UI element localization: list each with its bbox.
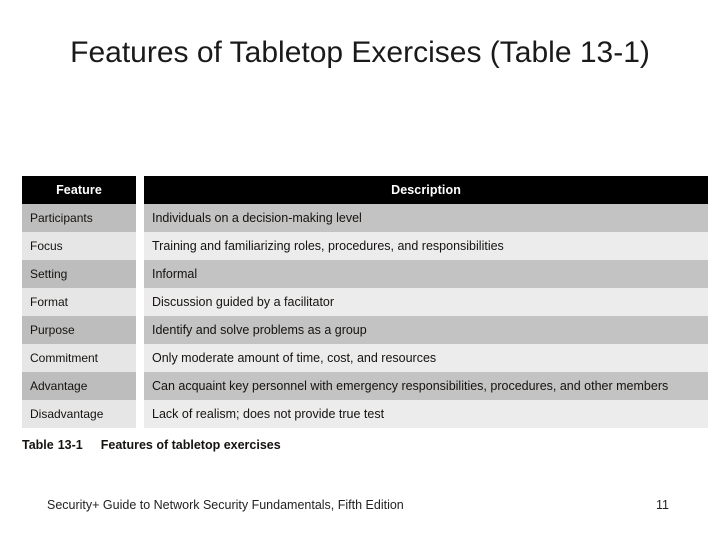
- cell-description: Lack of realism; does not provide true t…: [144, 400, 708, 428]
- cell-description: Only moderate amount of time, cost, and …: [144, 344, 708, 372]
- slide-canvas: Features of Tabletop Exercises (Table 13…: [0, 0, 720, 540]
- cell-description: Individuals on a decision-making level: [144, 204, 708, 232]
- cell-divider: [136, 288, 144, 316]
- cell-divider: [136, 372, 144, 400]
- slide-footer: Security+ Guide to Network Security Fund…: [0, 498, 720, 520]
- features-table-figure: Feature Description Participants Individ…: [22, 176, 708, 428]
- cell-description: Training and familiarizing roles, proced…: [144, 232, 708, 260]
- table-row: Advantage Can acquaint key personnel wit…: [22, 372, 708, 400]
- column-header-feature: Feature: [22, 176, 136, 204]
- column-divider: [136, 176, 144, 204]
- cell-feature: Commitment: [22, 344, 136, 372]
- column-header-description: Description: [144, 176, 708, 204]
- footer-page-number: 11: [656, 498, 669, 512]
- cell-feature: Focus: [22, 232, 136, 260]
- cell-divider: [136, 232, 144, 260]
- cell-divider: [136, 260, 144, 288]
- cell-divider: [136, 344, 144, 372]
- footer-source-text: Security+ Guide to Network Security Fund…: [47, 498, 404, 512]
- caption-text: Features of tabletop exercises: [100, 438, 281, 452]
- cell-feature: Advantage: [22, 372, 136, 400]
- table-caption: Table 13-1 Features of tabletop exercises: [22, 438, 281, 452]
- cell-feature: Participants: [22, 204, 136, 232]
- table-header-row: Feature Description: [22, 176, 708, 204]
- cell-feature: Format: [22, 288, 136, 316]
- table-row: Purpose Identify and solve problems as a…: [22, 316, 708, 344]
- cell-description: Identify and solve problems as a group: [144, 316, 708, 344]
- caption-label: Table: [22, 438, 54, 452]
- table-header: Feature Description: [22, 176, 708, 204]
- table-row: Disadvantage Lack of realism; does not p…: [22, 400, 708, 428]
- page-title: Features of Tabletop Exercises (Table 13…: [70, 36, 650, 69]
- table-row: Format Discussion guided by a facilitato…: [22, 288, 708, 316]
- cell-description: Can acquaint key personnel with emergenc…: [144, 372, 708, 400]
- table-body: Participants Individuals on a decision-m…: [22, 204, 708, 428]
- cell-divider: [136, 400, 144, 428]
- cell-divider: [136, 316, 144, 344]
- cell-description: Informal: [144, 260, 708, 288]
- cell-divider: [136, 204, 144, 232]
- cell-feature: Purpose: [22, 316, 136, 344]
- features-table: Feature Description Participants Individ…: [22, 176, 708, 428]
- cell-feature: Setting: [22, 260, 136, 288]
- table-row: Commitment Only moderate amount of time,…: [22, 344, 708, 372]
- table-row: Focus Training and familiarizing roles, …: [22, 232, 708, 260]
- table-row: Participants Individuals on a decision-m…: [22, 204, 708, 232]
- cell-description: Discussion guided by a facilitator: [144, 288, 708, 316]
- table-row: Setting Informal: [22, 260, 708, 288]
- cell-feature: Disadvantage: [22, 400, 136, 428]
- caption-number: 13-1: [57, 438, 83, 452]
